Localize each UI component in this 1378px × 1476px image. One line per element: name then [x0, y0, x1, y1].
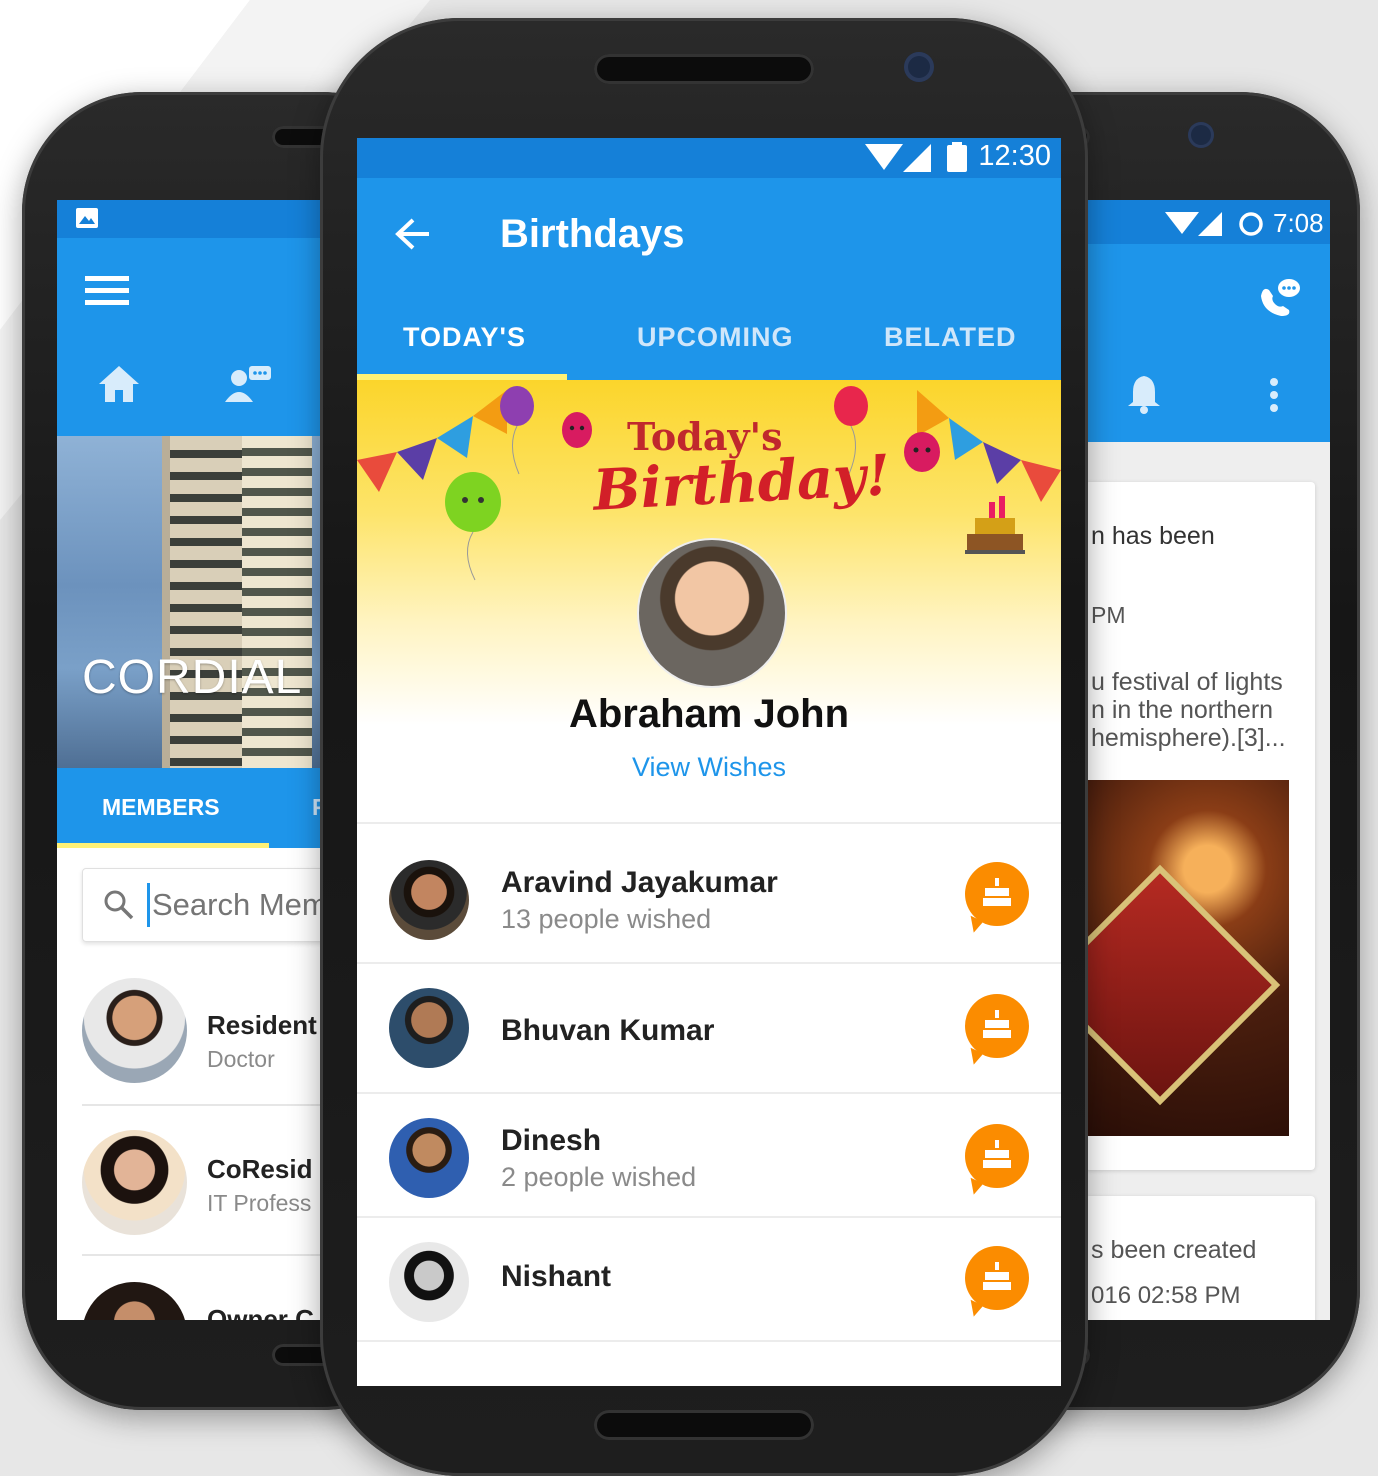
- status-bar: 7:08: [1085, 200, 1330, 244]
- wish-button[interactable]: [965, 1246, 1029, 1310]
- left-tab-bar: MEMBERS F: [57, 768, 357, 848]
- building-tower: [242, 436, 312, 768]
- menu-icon[interactable]: [85, 276, 129, 306]
- center-phone: 12:30 Birthdays TODAY'S UPCOMING BELATED: [320, 18, 1088, 1476]
- post-time: 016 02:58 PM: [1091, 1282, 1241, 1309]
- front-camera: [1188, 122, 1214, 148]
- tab-members[interactable]: MEMBERS: [102, 794, 220, 821]
- list-item[interactable]: Dinesh 2 people wished: [357, 1094, 1061, 1218]
- bell-icon[interactable]: [1127, 374, 1161, 414]
- tab-indicator: [57, 843, 269, 848]
- app-bar: [1085, 244, 1330, 442]
- avatar: [82, 1130, 187, 1235]
- avatar: [389, 1118, 469, 1198]
- center-screen: 12:30 Birthdays TODAY'S UPCOMING BELATED: [357, 138, 1061, 1386]
- wifi-icon: [865, 144, 903, 170]
- left-screen: CORDIAL MEMBERS F Resident Doctor CoResi…: [57, 200, 357, 1320]
- birthday-person-avatar[interactable]: [637, 538, 787, 688]
- wifi-icon: [1165, 212, 1199, 234]
- member-name: Resident: [207, 1010, 317, 1040]
- sync-icon: [1239, 212, 1263, 236]
- status-bar: 12:30: [357, 138, 1061, 178]
- wish-button[interactable]: [965, 994, 1029, 1058]
- person-name: Dinesh: [501, 1124, 602, 1157]
- search-icon: [104, 890, 134, 920]
- home-icon[interactable]: [99, 366, 139, 402]
- balloon-icon: [562, 412, 592, 448]
- status-time: 12:30: [978, 140, 1051, 172]
- birthday-banner: Today's Birthday! Abraham John View Wish…: [357, 380, 1061, 824]
- post-card[interactable]: n has been PM u festival of lights n in …: [1085, 482, 1315, 1170]
- balloon-icon: [904, 432, 940, 472]
- cake-icon: [965, 496, 1025, 554]
- member-name: Owner C: [207, 1304, 314, 1320]
- wish-count: 13 people wished: [501, 904, 712, 934]
- members-chat-icon[interactable]: [225, 364, 273, 404]
- post-title: s been created: [1091, 1236, 1257, 1264]
- avatar: [389, 988, 469, 1068]
- cake-icon: [983, 878, 1011, 906]
- wish-count: 2 people wished: [501, 1162, 697, 1192]
- society-hero-image: CORDIAL: [57, 436, 357, 768]
- top-speaker: [594, 54, 814, 84]
- bottom-speaker: [594, 1410, 814, 1440]
- member-row[interactable]: Resident Doctor: [57, 956, 357, 1106]
- status-time: 7:08: [1273, 208, 1324, 238]
- avatar: [389, 860, 469, 940]
- wish-button[interactable]: [965, 862, 1029, 926]
- page-title: Birthdays: [500, 212, 685, 256]
- post-time: PM: [1091, 602, 1126, 628]
- avatar: [82, 1282, 187, 1320]
- member-row[interactable]: CoResid IT Profess: [57, 1106, 357, 1256]
- image-notification-icon: [76, 208, 98, 228]
- balloon-icon: [500, 386, 534, 475]
- person-name: Nishant: [501, 1260, 612, 1293]
- status-bar: [57, 200, 357, 238]
- member-role: Doctor: [207, 1046, 275, 1072]
- balloon-icon: [445, 472, 501, 581]
- post-card[interactable]: s been created 016 02:58 PM: [1085, 1196, 1315, 1320]
- member-role: IT Profess: [207, 1190, 312, 1216]
- post-text: n in the northern: [1091, 696, 1274, 724]
- birthday-person-name: Abraham John: [568, 692, 850, 736]
- signal-icon: [903, 144, 931, 172]
- list-item[interactable]: Bhuvan Kumar: [357, 964, 1061, 1094]
- signal-icon: [1198, 212, 1222, 236]
- tab-upcoming[interactable]: UPCOMING: [637, 322, 794, 353]
- post-text: hemisphere).[3]...: [1091, 724, 1286, 752]
- list-item[interactable]: Aravind Jayakumar 13 people wished: [357, 826, 1061, 964]
- society-brand-name: CORDIAL: [82, 651, 303, 704]
- avatar: [82, 978, 187, 1083]
- front-camera: [904, 52, 934, 82]
- more-options-icon[interactable]: [1269, 378, 1279, 412]
- member-name: CoResid: [207, 1154, 313, 1184]
- call-chat-icon[interactable]: [1257, 276, 1301, 320]
- list-item[interactable]: Nishant: [357, 1218, 1061, 1342]
- app-bar: Birthdays: [357, 178, 1061, 296]
- view-wishes-link[interactable]: View Wishes: [357, 752, 1061, 783]
- right-screen: 7:08 n has been PM u festival of lights …: [1085, 200, 1330, 1320]
- app-bar: [57, 238, 357, 436]
- battery-icon: [947, 142, 967, 172]
- post-text: u festival of lights: [1091, 668, 1283, 696]
- cake-icon: [983, 1010, 1011, 1038]
- tab-todays[interactable]: TODAY'S: [403, 322, 526, 353]
- avatar: [389, 1242, 469, 1322]
- post-title: n has been: [1091, 522, 1215, 550]
- cake-icon: [983, 1140, 1011, 1168]
- rangoli-decoration: [1085, 864, 1281, 1106]
- search-box: [82, 868, 357, 942]
- tab-belated[interactable]: BELATED: [884, 322, 1017, 353]
- back-arrow-icon[interactable]: [395, 218, 431, 250]
- person-name: Aravind Jayakumar: [501, 866, 778, 899]
- wish-button[interactable]: [965, 1124, 1029, 1188]
- diya-image: [1085, 780, 1289, 1136]
- person-name: Bhuvan Kumar: [501, 1014, 715, 1047]
- member-row[interactable]: Owner C: [57, 1256, 357, 1320]
- tab-bar: TODAY'S UPCOMING BELATED: [357, 296, 1061, 380]
- cake-icon: [983, 1262, 1011, 1290]
